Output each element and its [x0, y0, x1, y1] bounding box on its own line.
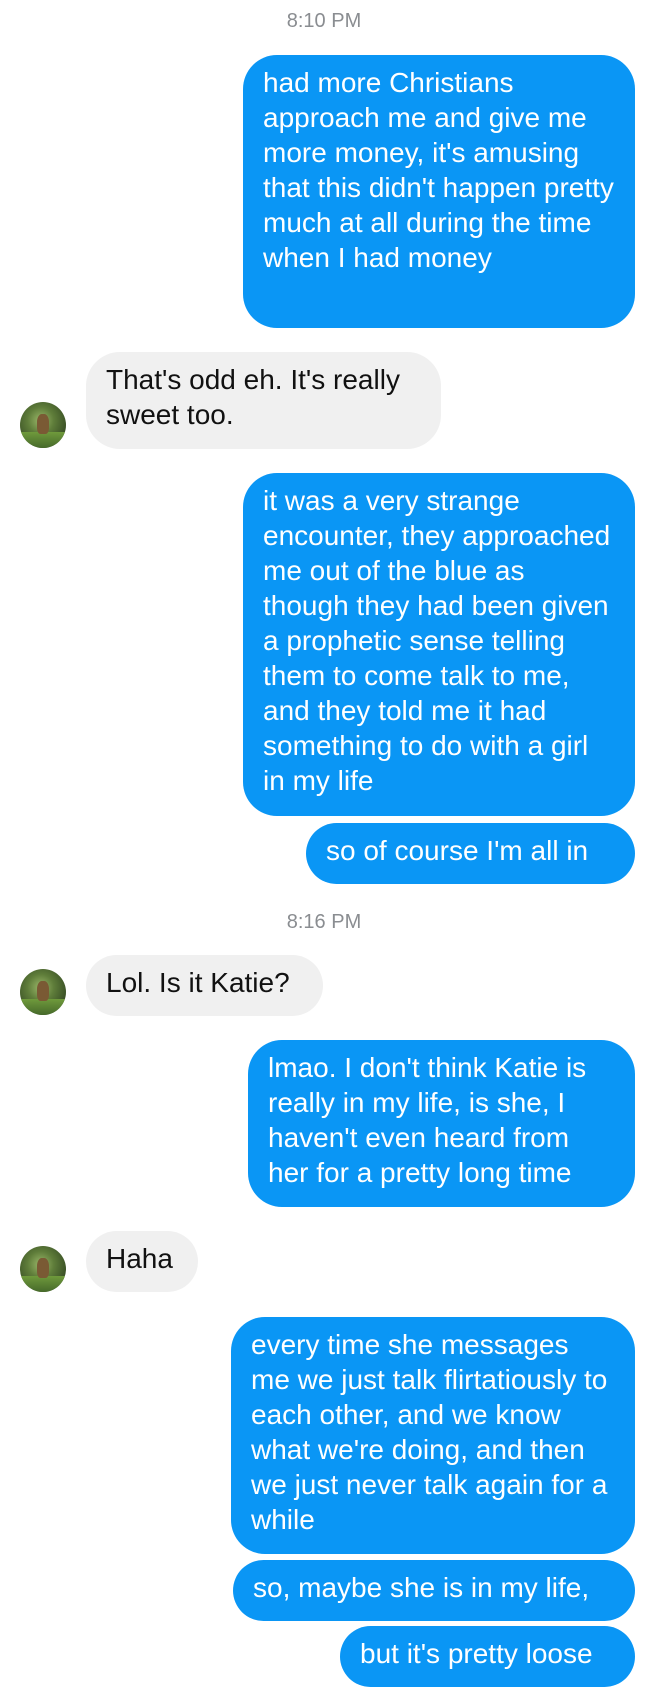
avatar-photo-grass — [20, 432, 66, 448]
avatar-photo-grass — [20, 1276, 66, 1292]
outgoing-message[interactable]: so, maybe she is in my life, — [233, 1560, 635, 1621]
incoming-message[interactable]: Haha — [86, 1231, 198, 1292]
outgoing-message[interactable]: it was a very strange encounter, they ap… — [243, 473, 635, 816]
timestamp: 8:10 PM — [286, 10, 362, 32]
contact-avatar[interactable] — [20, 402, 66, 448]
outgoing-message[interactable]: every time she messages me we just talk … — [231, 1317, 635, 1554]
outgoing-message[interactable]: had more Christians approach me and give… — [243, 55, 635, 328]
timestamp: 8:16 PM — [286, 911, 362, 933]
incoming-message[interactable]: Lol. Is it Katie? — [86, 955, 323, 1016]
outgoing-message[interactable]: so of course I'm all in — [306, 823, 635, 884]
avatar-photo-subject — [37, 1258, 49, 1278]
outgoing-message[interactable]: lmao. I don't think Katie is really in m… — [248, 1040, 635, 1207]
avatar-photo-subject — [37, 414, 49, 434]
contact-avatar[interactable] — [20, 969, 66, 1015]
avatar-photo-grass — [20, 999, 66, 1015]
avatar-photo-subject — [37, 981, 49, 1001]
incoming-message[interactable]: That's odd eh. It's really sweet too. — [86, 352, 441, 449]
contact-avatar[interactable] — [20, 1246, 66, 1292]
outgoing-message[interactable]: but it's pretty loose — [340, 1626, 635, 1687]
